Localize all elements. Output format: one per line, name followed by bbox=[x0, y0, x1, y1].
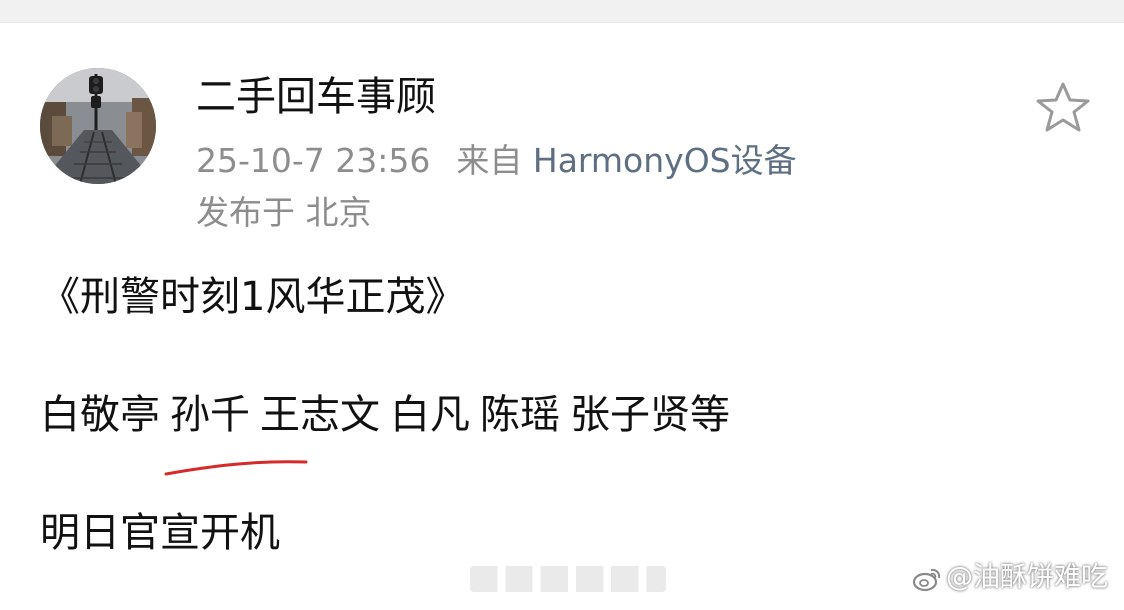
watermark-text: @油酥饼难吃 bbox=[946, 562, 1108, 593]
cast-member: 白敬亭 bbox=[40, 392, 160, 438]
cast-member: 孙千 bbox=[170, 392, 250, 438]
post-meta: 25-10-7 23:56 来自 HarmonyOS设备 bbox=[196, 138, 797, 184]
red-underline bbox=[164, 460, 308, 476]
post-timestamp: 25-10-7 23:56 bbox=[196, 141, 431, 180]
cast-member: 张子贤等 bbox=[570, 392, 730, 438]
favorite-button[interactable] bbox=[1034, 80, 1092, 136]
post-location: 发布于 北京 bbox=[196, 193, 372, 232]
weibo-icon bbox=[912, 568, 941, 591]
post-source-prefix: 来自 bbox=[456, 141, 523, 180]
post-announcement: 明日官宣开机 bbox=[40, 510, 280, 556]
cast-member: 陈瑶 bbox=[480, 392, 560, 438]
post-source-device: HarmonyOS设备 bbox=[532, 141, 797, 180]
weibo-post-screenshot: 二手回车事顾 25-10-7 23:56 来自 HarmonyOS设备 发布于 北… bbox=[0, 0, 1124, 610]
post-title: 《刑警时刻1风华正茂》 bbox=[40, 274, 466, 320]
cast-list: 白敬亭 孙千 王志文 白凡 陈瑶 张子贤等 bbox=[40, 389, 730, 441]
cast-member: 白凡 bbox=[390, 392, 470, 438]
blurred-overlay bbox=[470, 566, 666, 592]
author-avatar[interactable] bbox=[40, 68, 156, 184]
avatar-image bbox=[40, 68, 156, 184]
top-divider-strip bbox=[0, 0, 1124, 23]
author-name[interactable]: 二手回车事顾 bbox=[196, 71, 436, 123]
source-watermark: @油酥饼难吃 bbox=[912, 560, 1108, 596]
cast-member: 王志文 bbox=[260, 392, 380, 438]
star-outline-icon bbox=[1036, 82, 1090, 132]
